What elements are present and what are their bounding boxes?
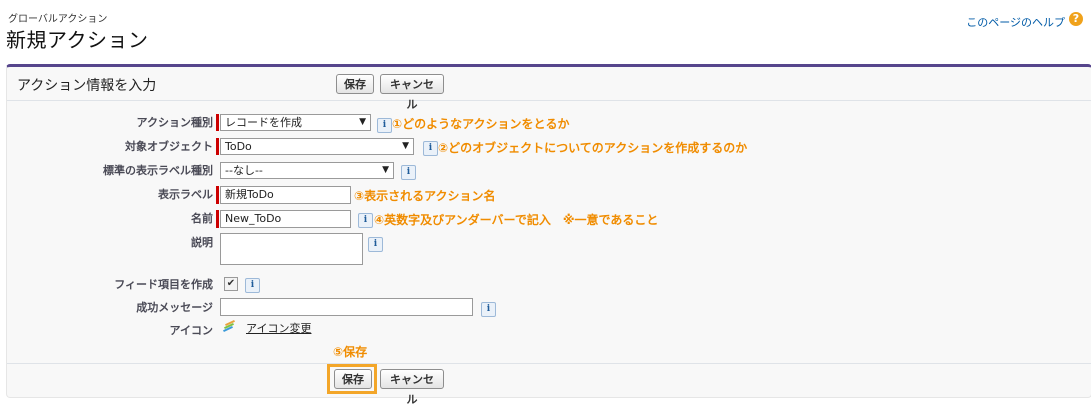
help-icon[interactable]: ?	[1069, 12, 1083, 26]
annotation-3: ③表示されるアクション名	[354, 189, 496, 203]
page-title: 新規アクション	[6, 28, 149, 52]
description-textarea[interactable]	[220, 233, 363, 265]
annotation-2: ②どのオブジェクトについてのアクションを作成するのか	[438, 141, 748, 155]
standard-label-type-value: --なし--	[225, 164, 263, 177]
create-feed-item-label: フィード項目を作成	[114, 278, 213, 291]
name-label: 名前	[191, 212, 213, 225]
info-icon[interactable]: i	[368, 237, 383, 252]
change-icon-link[interactable]: アイコン変更	[246, 320, 311, 336]
annotation-1: ①どのようなアクションをとるか	[392, 117, 570, 131]
info-icon[interactable]: i	[245, 278, 260, 293]
display-label-input[interactable]: 新規ToDo	[220, 186, 351, 204]
panel-title: アクション情報を入力	[17, 78, 157, 94]
icon-label: アイコン	[169, 324, 213, 337]
info-icon[interactable]: i	[377, 118, 392, 133]
cancel-button-bottom[interactable]: キャンセル	[380, 369, 444, 406]
help-link[interactable]: このページのヘルプ	[966, 14, 1065, 30]
success-message-label: 成功メッセージ	[136, 301, 213, 314]
save-button-bottom[interactable]: 保存	[334, 369, 372, 389]
dropdown-arrow-icon: ▼	[382, 165, 389, 175]
panel-header: アクション情報を入力 保存 キャンセル	[7, 67, 1091, 111]
info-icon[interactable]: i	[358, 213, 373, 228]
name-input[interactable]: New_ToDo	[220, 210, 351, 228]
required-marker	[216, 114, 219, 131]
action-type-value: レコードを作成	[225, 116, 302, 129]
required-marker	[216, 186, 219, 204]
action-type-label: アクション種別	[136, 116, 213, 129]
success-message-input[interactable]	[220, 298, 473, 316]
standard-label-type-label: 標準の表示ラベル種別	[103, 164, 213, 177]
action-type-select[interactable]: レコードを作成 ▼	[220, 114, 371, 131]
info-icon[interactable]: i	[401, 165, 416, 180]
target-object-label: 対象オブジェクト	[125, 140, 213, 153]
info-icon[interactable]: i	[481, 302, 496, 317]
display-label-label: 表示ラベル	[158, 188, 213, 201]
annotation-4: ④英数字及びアンダーバーで記入 ※一意であること	[374, 213, 659, 227]
create-feed-item-checkbox[interactable]: ✔	[224, 277, 238, 291]
panel-footer	[7, 363, 1091, 398]
target-object-value: ToDo	[225, 140, 252, 153]
dropdown-arrow-icon: ▼	[359, 117, 366, 127]
required-marker	[216, 210, 219, 228]
annotation-5: ⑤保存	[333, 345, 368, 359]
standard-label-type-select[interactable]: --なし-- ▼	[220, 162, 394, 179]
cancel-button-top[interactable]: キャンセル	[380, 74, 444, 111]
target-object-select[interactable]: ToDo ▼	[220, 138, 414, 155]
page-subtitle: グローバルアクション	[8, 14, 108, 25]
save-button-top[interactable]: 保存	[336, 74, 374, 94]
dropdown-arrow-icon: ▼	[402, 141, 409, 151]
description-label: 説明	[191, 236, 213, 249]
info-icon[interactable]: i	[423, 141, 438, 156]
action-icon-image	[223, 320, 235, 333]
required-marker	[216, 138, 219, 155]
